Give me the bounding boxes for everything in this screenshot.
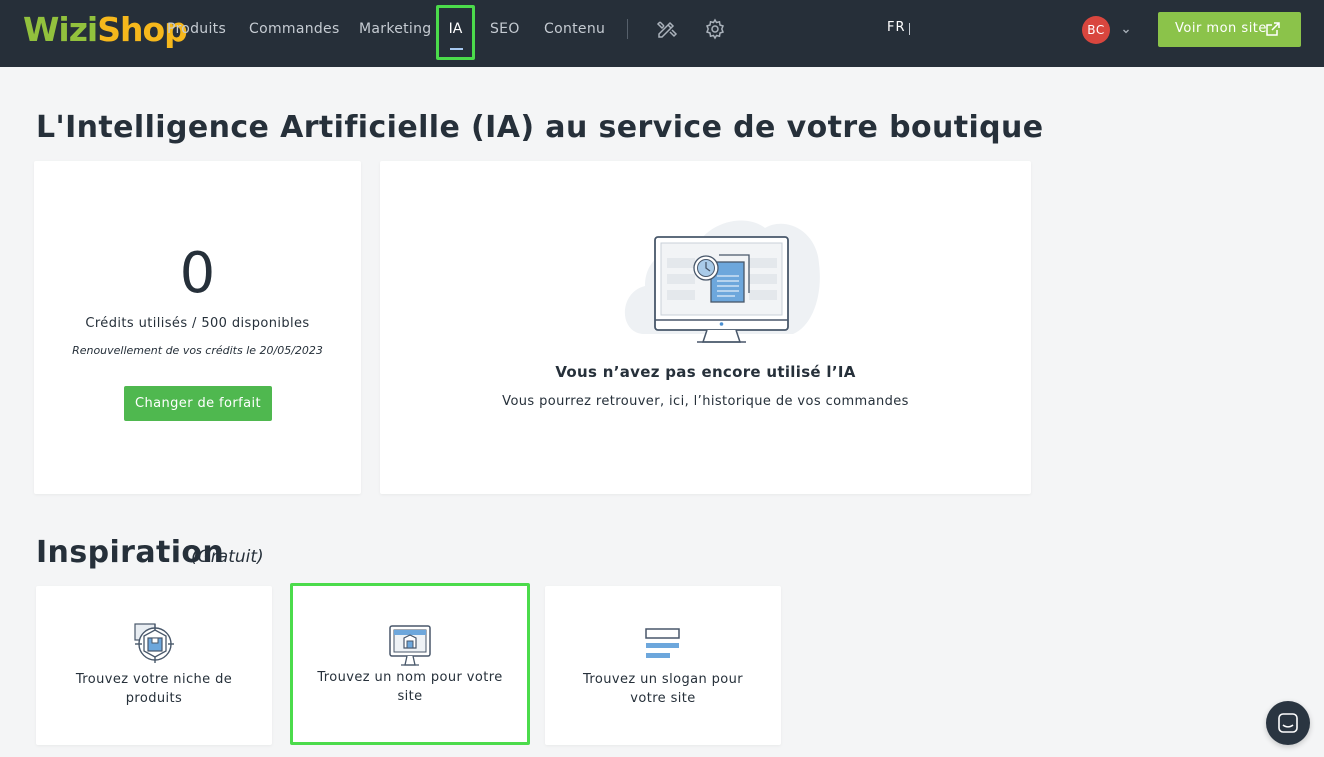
credits-renewal-date: Renouvellement de vos crédits le 20/05/2… [72, 344, 323, 357]
language-divider [909, 23, 910, 35]
product-target-icon [133, 622, 175, 664]
visit-site-label: Voir mon site [1175, 21, 1267, 36]
tool-label-product-niche: Trouvez votre niche de produits [75, 672, 233, 706]
nav-item-commandes[interactable]: Commandes [249, 20, 340, 40]
nav-item-ia-label: IA [448, 21, 463, 37]
empty-history-title: Vous n’avez pas encore utilisé l’IA [555, 363, 856, 381]
page-title: L'Intelligence Artificielle (IA) au serv… [36, 110, 1044, 145]
tool-label-slogan: Trouvez un slogan pour votre site [582, 672, 744, 706]
tool-label-site-name: Trouvez un nom pour votre site [317, 670, 503, 704]
text-lines-icon [642, 622, 684, 664]
chat-launcher-button[interactable] [1266, 701, 1310, 745]
ai-history-card: Vous n’avez pas encore utilisé l’IA Vous… [380, 161, 1031, 494]
design-tools-icon[interactable] [656, 18, 678, 40]
visit-site-button[interactable]: Voir mon site [1158, 12, 1301, 47]
nav-item-marketing[interactable]: Marketing [359, 20, 431, 40]
wizishop-logo[interactable]: WiziShop [23, 10, 188, 50]
nav-item-contenu[interactable]: Contenu [544, 20, 605, 40]
external-link-icon [1266, 22, 1280, 36]
nav-item-produits[interactable]: Produits [167, 20, 226, 40]
monitor-history-illustration [623, 214, 820, 350]
nav-divider [627, 19, 628, 39]
settings-gear-icon[interactable] [704, 18, 726, 40]
monitor-store-icon [389, 625, 431, 667]
inspiration-free-note: (Gratuit) [191, 547, 264, 567]
active-tab-indicator [450, 48, 463, 50]
empty-history-subtitle: Vous pourrez retrouver, ici, l’historiqu… [502, 394, 909, 409]
top-navigation-bar: WiziShop Produits Commandes Marketing IA… [0, 0, 1324, 67]
nav-item-seo[interactable]: SEO [490, 20, 520, 40]
tool-card-product-niche[interactable]: Trouvez votre niche de produits [36, 586, 272, 745]
tool-card-site-name[interactable]: Trouvez un nom pour votre site [290, 583, 530, 745]
chevron-down-icon[interactable] [1120, 22, 1132, 34]
credits-summary: Crédits utilisés / 500 disponibles [85, 316, 310, 331]
language-selector[interactable]: FR [887, 20, 906, 35]
credits-card: 0 Crédits utilisés / 500 disponibles Ren… [34, 161, 361, 494]
credits-used-count: 0 [179, 241, 216, 306]
user-avatar[interactable]: BC [1082, 16, 1110, 44]
tool-card-slogan[interactable]: Trouvez un slogan pour votre site [545, 586, 781, 745]
nav-item-ia[interactable]: IA [436, 5, 475, 60]
chat-messenger-icon [1278, 713, 1298, 733]
change-plan-button[interactable]: Changer de forfait [124, 386, 272, 421]
